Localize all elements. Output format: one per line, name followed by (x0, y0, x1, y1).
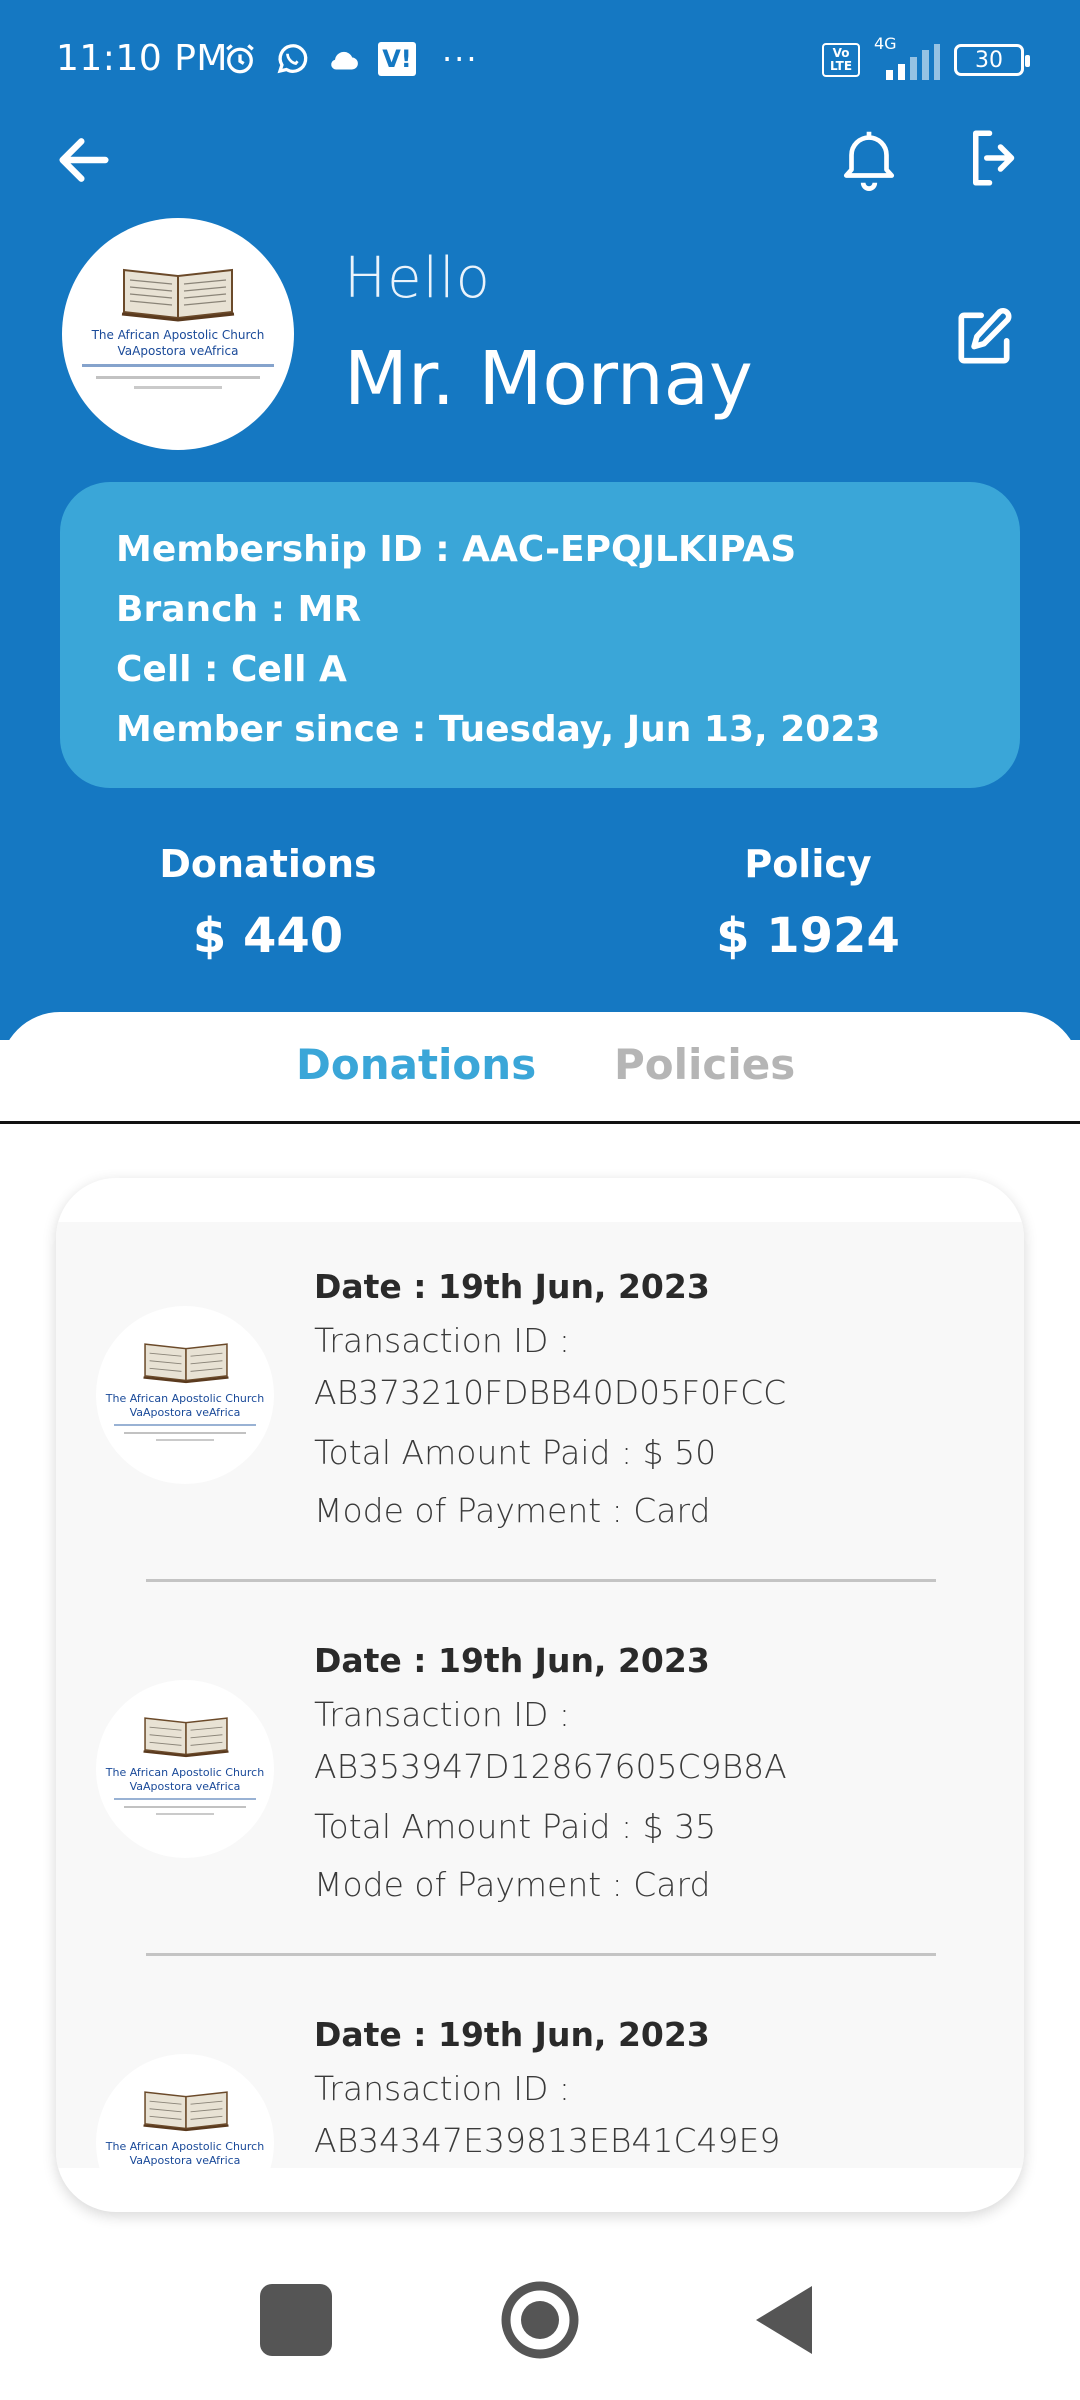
donations-total: Donations $ 440 (88, 842, 448, 964)
volte-icon: Vo LTE (822, 43, 860, 77)
tab-bar: Donations Policies (0, 1012, 1080, 1124)
bible-icon (143, 1343, 229, 1384)
cloud-icon (331, 51, 358, 70)
status-time: 11:10 PM (56, 38, 228, 79)
divider (146, 1953, 936, 1956)
logo-fine-print (114, 1798, 256, 1800)
church-logo-icon: The African Apostolic Church VaApostora … (96, 2054, 274, 2168)
donations-total-value: $ 440 (192, 908, 344, 964)
more-notifications-icon: ··· (442, 40, 479, 78)
logo-fine-print (156, 1813, 214, 1815)
church-logo-icon: The African Apostolic Church VaApostora … (96, 1306, 274, 1484)
greeting: Hello (344, 246, 491, 311)
logout-icon[interactable] (962, 124, 1028, 192)
church-logo-icon: The African Apostolic Church VaApostora … (96, 1680, 274, 1858)
policy-total: Policy $ 1924 (628, 842, 988, 964)
logo-fine-print (124, 1806, 246, 1808)
logo-fine-print (96, 376, 260, 379)
logo-fine-print (114, 1424, 256, 1426)
transaction-payment-mode: Mode of Payment : Card (314, 1491, 711, 1530)
church-logo-avatar: The African Apostolic Church VaApostora … (62, 218, 294, 450)
profile-header: 11:10 PM V! ··· Vo LTE 4G 30 The African… (0, 0, 1080, 1040)
whatsapp-icon (277, 44, 308, 74)
cell: Cell : Cell A (116, 649, 347, 690)
tab-policies[interactable]: Policies (614, 1040, 795, 1089)
logo-church-subtitle: VaApostora veAfrica (117, 344, 239, 358)
transaction-payment-mode: Mode of Payment : Card (314, 1865, 711, 1904)
transaction-amount: Total Amount Paid : $ 50 (314, 1433, 717, 1472)
back-icon[interactable] (744, 2280, 824, 2360)
logo-fine-print (82, 364, 274, 367)
policy-total-label: Policy (744, 842, 872, 886)
status-bar: 11:10 PM V! ··· Vo LTE 4G 30 (0, 0, 1080, 120)
logo-church-subtitle: VaApostora veAfrica (129, 2154, 241, 2167)
transaction-date: Date : 19th Jun, 2023 (314, 1267, 710, 1306)
logo-fine-print (124, 1432, 246, 1434)
recent-apps-icon[interactable] (256, 2280, 336, 2360)
transaction-details: Date : 19th Jun, 2023 Transaction ID : A… (314, 1632, 994, 1914)
bible-icon (143, 1717, 229, 1758)
transaction-amount: Total Amount Paid : $ 35 (314, 1807, 717, 1846)
logo-church-subtitle: VaApostora veAfrica (129, 1780, 241, 1793)
transaction-item: The African Apostolic Church VaApostora … (56, 1970, 1024, 2168)
notification-bell-icon[interactable] (834, 122, 904, 194)
membership-card: Membership ID : AAC-EPQJLKIPAS Branch : … (60, 482, 1020, 788)
logo-fine-print (134, 386, 222, 389)
transaction-id-label: Transaction ID : (314, 1321, 571, 1360)
back-arrow-icon[interactable] (52, 128, 116, 192)
transaction-id-value: AB373210FDBB40D05F0FCC (314, 1373, 787, 1412)
membership-id: Membership ID : AAC-EPQJLKIPAS (116, 529, 797, 570)
transaction-id-value: AB34347E39813EB41C49E9 (314, 2121, 781, 2160)
transaction-id-label: Transaction ID : (314, 2069, 571, 2108)
transaction-details: Date : 19th Jun, 2023 Transaction ID : A… (314, 2006, 994, 2168)
logo-church-name: The African Apostolic Church (91, 328, 265, 342)
status-icons-left: V! ··· (222, 40, 479, 78)
donations-total-label: Donations (159, 842, 377, 886)
logo-church-name: The African Apostolic Church (105, 1392, 265, 1405)
logo-fine-print (156, 1439, 214, 1441)
home-icon[interactable] (500, 2280, 580, 2360)
battery-icon: 30 (954, 44, 1030, 76)
branch: Branch : MR (116, 589, 362, 630)
transaction-date: Date : 19th Jun, 2023 (314, 1641, 710, 1680)
transaction-id-value: AB353947D12867605C9B8A (314, 1747, 787, 1786)
transaction-id-label: Transaction ID : (314, 1695, 571, 1734)
edit-profile-icon[interactable] (950, 304, 1018, 372)
logo-church-name: The African Apostolic Church (105, 2140, 265, 2153)
transaction-item: The African Apostolic Church VaApostora … (56, 1596, 1024, 1970)
bible-icon (143, 2091, 229, 2132)
logo-church-subtitle: VaApostora veAfrica (129, 1406, 241, 1419)
transaction-item: The African Apostolic Church VaApostora … (56, 1222, 1024, 1596)
alarm-icon (226, 44, 254, 74)
logo-church-name: The African Apostolic Church (105, 1766, 265, 1779)
tab-donations[interactable]: Donations (296, 1040, 536, 1089)
divider (146, 1579, 936, 1582)
status-icons-right: Vo LTE 4G 30 (822, 34, 1030, 80)
user-name: Mr. Mornay (344, 336, 753, 422)
bible-icon (121, 268, 235, 322)
system-navigation-bar (0, 2240, 1080, 2400)
signal-icon: 4G (874, 34, 940, 80)
transaction-date: Date : 19th Jun, 2023 (314, 2015, 710, 2054)
policy-total-value: $ 1924 (716, 908, 900, 964)
transactions-card: The African Apostolic Church VaApostora … (56, 1178, 1024, 2212)
vi-icon: V! (378, 42, 416, 76)
member-since: Member since : Tuesday, Jun 13, 2023 (116, 709, 881, 750)
transaction-details: Date : 19th Jun, 2023 Transaction ID : A… (314, 1258, 994, 1540)
transactions-list[interactable]: The African Apostolic Church VaApostora … (56, 1222, 1024, 2168)
